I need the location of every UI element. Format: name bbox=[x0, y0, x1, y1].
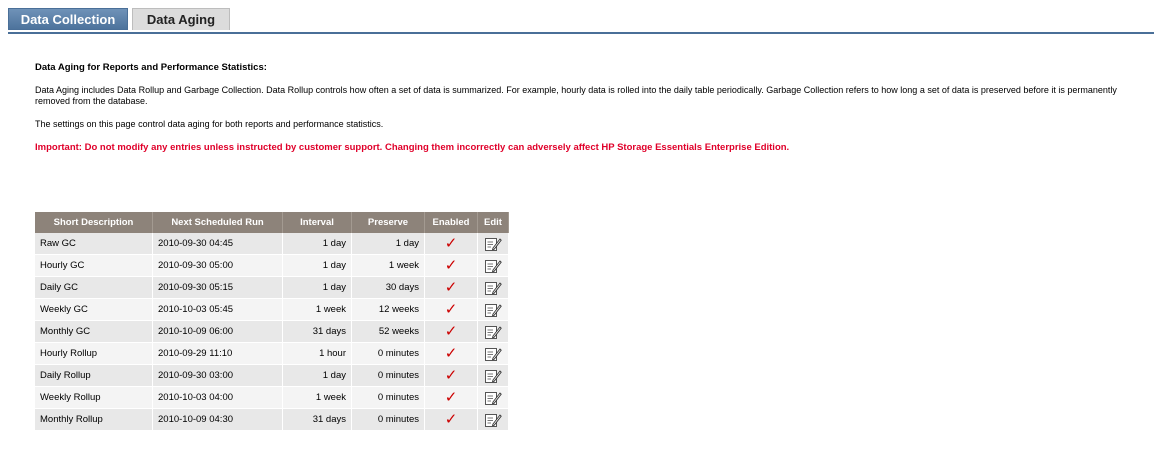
cell-enabled: ✓ bbox=[425, 321, 478, 343]
cell-enabled: ✓ bbox=[425, 277, 478, 299]
cell-interval: 31 days bbox=[283, 409, 352, 431]
cell-next-scheduled-run: 2010-09-29 11:10 bbox=[153, 343, 283, 365]
edit-icon[interactable] bbox=[484, 236, 502, 252]
column-header-interval[interactable]: Interval bbox=[283, 212, 352, 233]
edit-icon[interactable] bbox=[484, 412, 502, 428]
important-warning: Important: Do not modify any entries unl… bbox=[35, 142, 790, 153]
cell-interval: 1 week bbox=[283, 387, 352, 409]
cell-short-description: Weekly Rollup bbox=[35, 387, 153, 409]
cell-edit bbox=[478, 343, 509, 365]
checkmark-icon: ✓ bbox=[444, 234, 458, 252]
description-paragraph: Data Aging includes Data Rollup and Garb… bbox=[35, 85, 1117, 106]
tab-data-aging[interactable]: Data Aging bbox=[132, 8, 230, 30]
cell-edit bbox=[478, 255, 509, 277]
edit-icon[interactable] bbox=[484, 258, 502, 274]
tab-bar: Data Collection Data Aging bbox=[8, 8, 1154, 34]
cell-next-scheduled-run: 2010-10-03 04:00 bbox=[153, 387, 283, 409]
table-header-row: Short Description Next Scheduled Run Int… bbox=[35, 212, 509, 233]
cell-enabled: ✓ bbox=[425, 255, 478, 277]
column-header-next-scheduled-run[interactable]: Next Scheduled Run bbox=[153, 212, 283, 233]
cell-interval: 1 day bbox=[283, 365, 352, 387]
cell-preserve: 0 minutes bbox=[352, 343, 425, 365]
cell-preserve: 52 weeks bbox=[352, 321, 425, 343]
cell-interval: 1 hour bbox=[283, 343, 352, 365]
cell-preserve: 30 days bbox=[352, 277, 425, 299]
cell-enabled: ✓ bbox=[425, 299, 478, 321]
checkmark-icon: ✓ bbox=[444, 322, 458, 340]
settings-note: The settings on this page control data a… bbox=[35, 119, 384, 129]
cell-preserve: 0 minutes bbox=[352, 409, 425, 431]
cell-preserve: 1 week bbox=[352, 255, 425, 277]
table-body: Raw GC 2010-09-30 04:45 1 day 1 day ✓ Hourly … bbox=[35, 233, 509, 431]
cell-edit bbox=[478, 321, 509, 343]
cell-edit bbox=[478, 387, 509, 409]
table-row: Weekly GC 2010-10-03 05:45 1 week 12 weeks ✓ bbox=[35, 299, 509, 321]
cell-next-scheduled-run: 2010-10-03 05:45 bbox=[153, 299, 283, 321]
section-heading: Data Aging for Reports and Performance S… bbox=[35, 62, 267, 73]
column-header-short-description[interactable]: Short Description bbox=[35, 212, 153, 233]
tab-data-collection[interactable]: Data Collection bbox=[8, 8, 128, 30]
table-row: Daily GC 2010-09-30 05:15 1 day 30 days ✓ bbox=[35, 277, 509, 299]
cell-enabled: ✓ bbox=[425, 387, 478, 409]
cell-short-description: Monthly Rollup bbox=[35, 409, 153, 431]
cell-preserve: 0 minutes bbox=[352, 365, 425, 387]
cell-interval: 1 week bbox=[283, 299, 352, 321]
cell-interval: 1 day bbox=[283, 277, 352, 299]
checkmark-icon: ✓ bbox=[444, 278, 458, 296]
edit-icon[interactable] bbox=[484, 346, 502, 362]
data-aging-description: Data Aging for Reports and Performance S… bbox=[35, 62, 1145, 165]
table-row: Hourly Rollup 2010-09-29 11:10 1 hour 0 min… bbox=[35, 343, 509, 365]
cell-enabled: ✓ bbox=[425, 365, 478, 387]
table-row: Monthly Rollup 2010-10-09 04:30 31 days 0 m… bbox=[35, 409, 509, 431]
cell-next-scheduled-run: 2010-09-30 04:45 bbox=[153, 233, 283, 255]
cell-short-description: Daily Rollup bbox=[35, 365, 153, 387]
cell-next-scheduled-run: 2010-10-09 04:30 bbox=[153, 409, 283, 431]
cell-edit bbox=[478, 365, 509, 387]
cell-next-scheduled-run: 2010-10-09 06:00 bbox=[153, 321, 283, 343]
checkmark-icon: ✓ bbox=[444, 410, 458, 428]
cell-edit bbox=[478, 277, 509, 299]
cell-next-scheduled-run: 2010-09-30 05:15 bbox=[153, 277, 283, 299]
cell-short-description: Hourly Rollup bbox=[35, 343, 153, 365]
cell-interval: 1 day bbox=[283, 233, 352, 255]
column-header-preserve[interactable]: Preserve bbox=[352, 212, 425, 233]
edit-icon[interactable] bbox=[484, 280, 502, 296]
edit-icon[interactable] bbox=[484, 302, 502, 318]
cell-short-description: Weekly GC bbox=[35, 299, 153, 321]
table-row: Weekly Rollup 2010-10-03 04:00 1 week 0 min… bbox=[35, 387, 509, 409]
data-aging-table: Short Description Next Scheduled Run Int… bbox=[35, 212, 509, 431]
checkmark-icon: ✓ bbox=[444, 256, 458, 274]
checkmark-icon: ✓ bbox=[444, 344, 458, 362]
cell-preserve: 0 minutes bbox=[352, 387, 425, 409]
checkmark-icon: ✓ bbox=[444, 366, 458, 384]
checkmark-icon: ✓ bbox=[444, 300, 458, 318]
cell-interval: 1 day bbox=[283, 255, 352, 277]
table-row: Hourly GC 2010-09-30 05:00 1 day 1 week ✓ bbox=[35, 255, 509, 277]
cell-short-description: Monthly GC bbox=[35, 321, 153, 343]
table-row: Raw GC 2010-09-30 04:45 1 day 1 day ✓ bbox=[35, 233, 509, 255]
cell-enabled: ✓ bbox=[425, 409, 478, 431]
column-header-enabled[interactable]: Enabled bbox=[425, 212, 478, 233]
cell-preserve: 1 day bbox=[352, 233, 425, 255]
cell-interval: 31 days bbox=[283, 321, 352, 343]
edit-icon[interactable] bbox=[484, 390, 502, 406]
cell-preserve: 12 weeks bbox=[352, 299, 425, 321]
cell-short-description: Daily GC bbox=[35, 277, 153, 299]
cell-next-scheduled-run: 2010-09-30 05:00 bbox=[153, 255, 283, 277]
cell-short-description: Raw GC bbox=[35, 233, 153, 255]
cell-enabled: ✓ bbox=[425, 343, 478, 365]
cell-short-description: Hourly GC bbox=[35, 255, 153, 277]
cell-edit bbox=[478, 233, 509, 255]
table-row: Daily Rollup 2010-09-30 03:00 1 day 0 minut… bbox=[35, 365, 509, 387]
cell-next-scheduled-run: 2010-09-30 03:00 bbox=[153, 365, 283, 387]
cell-edit bbox=[478, 299, 509, 321]
cell-edit bbox=[478, 409, 509, 431]
column-header-edit: Edit bbox=[478, 212, 509, 233]
edit-icon[interactable] bbox=[484, 324, 502, 340]
checkmark-icon: ✓ bbox=[444, 388, 458, 406]
cell-enabled: ✓ bbox=[425, 233, 478, 255]
edit-icon[interactable] bbox=[484, 368, 502, 384]
table-row: Monthly GC 2010-10-09 06:00 31 days 52 week… bbox=[35, 321, 509, 343]
